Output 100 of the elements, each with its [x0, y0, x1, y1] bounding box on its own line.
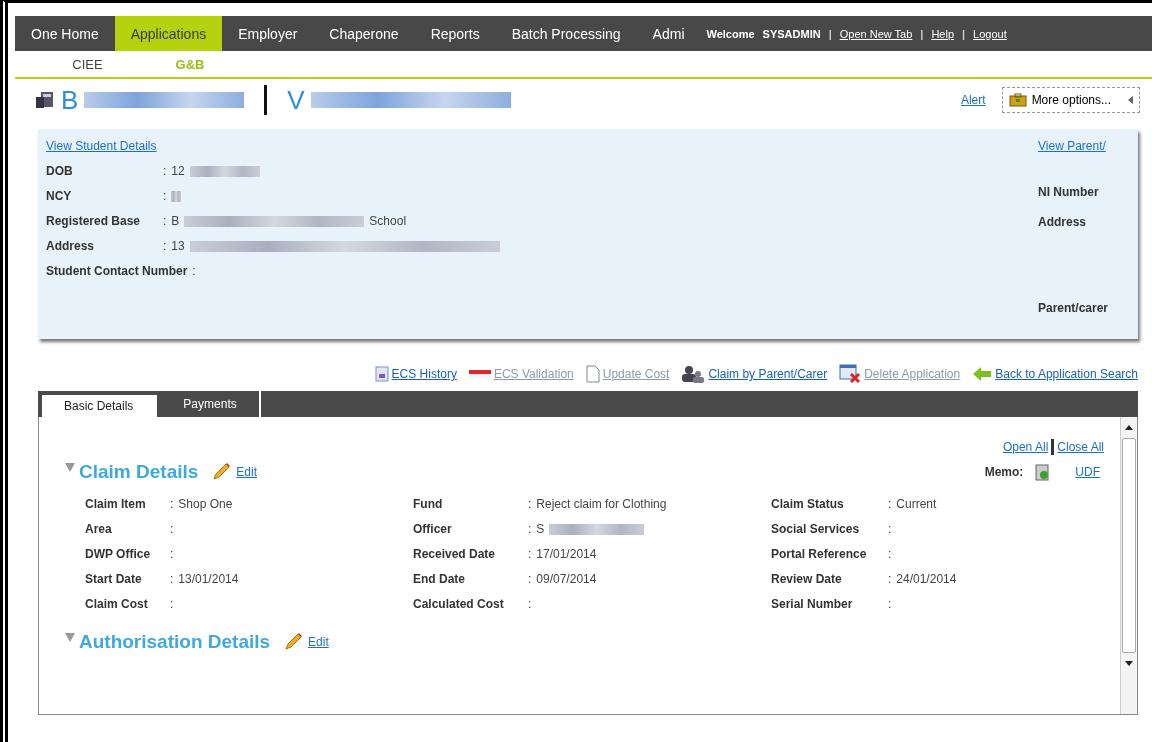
- separator: |: [962, 27, 966, 40]
- colon: :: [192, 264, 196, 278]
- document-icon: [374, 366, 389, 382]
- subnav-tab[interactable]: CIEE: [15, 56, 160, 72]
- field-value: 12: [171, 164, 185, 178]
- scroll-up-icon[interactable]: [1125, 425, 1133, 430]
- field-label: Student Contact Number: [46, 264, 188, 278]
- udf-link[interactable]: UDF: [1075, 465, 1100, 479]
- field-label: Portal Reference: [771, 547, 868, 561]
- field-label: Officer: [413, 522, 453, 536]
- nav-link[interactable]: Logout: [973, 27, 1007, 40]
- colon: :: [170, 597, 174, 611]
- edit-link[interactable]: Edit: [308, 635, 329, 649]
- colon: :: [528, 572, 532, 586]
- field-value: 13/01/2014: [178, 572, 239, 586]
- colon: :: [888, 497, 892, 511]
- colon: :: [888, 522, 892, 536]
- memo-add-icon[interactable]: [1035, 463, 1050, 481]
- flag-icon: [468, 368, 491, 380]
- view-student-details-link[interactable]: View Student Details: [46, 139, 157, 153]
- field-label: Registered Base: [46, 214, 142, 228]
- colon: :: [888, 547, 892, 561]
- field-label: Social Services: [771, 522, 861, 536]
- field-label: NCY: [46, 189, 73, 203]
- colon: :: [888, 597, 892, 611]
- colon: :: [170, 497, 174, 511]
- colon: :: [170, 522, 174, 536]
- expand-icon[interactable]: [65, 633, 75, 642]
- nav-tab[interactable]: Batch Processing: [495, 16, 637, 51]
- nav-tab[interactable]: Admi: [636, 16, 701, 51]
- people-icon: [681, 365, 706, 383]
- field-label: Claim Status: [771, 497, 845, 511]
- colon: :: [888, 572, 892, 586]
- colon: :: [163, 164, 167, 178]
- field-value: Current: [896, 497, 937, 511]
- pencil-icon[interactable]: [284, 633, 305, 651]
- colon: :: [163, 239, 167, 253]
- colon: :: [528, 547, 532, 561]
- delete-icon: [839, 364, 862, 384]
- colon: :: [163, 214, 167, 228]
- field-value: B: [171, 214, 180, 228]
- field-label: Start Date: [85, 572, 143, 586]
- field-value: 24/01/2014: [896, 572, 957, 586]
- action-link[interactable]: Claim by Parent/Carer: [681, 365, 828, 383]
- scroll-thumb[interactable]: [1122, 438, 1136, 653]
- memo-label: Memo:: [984, 465, 1024, 479]
- action-link[interactable]: Back to Application Search: [972, 366, 1138, 382]
- document-icon: [585, 365, 600, 383]
- colon: :: [163, 189, 167, 203]
- back-arrow-icon: [972, 366, 993, 382]
- student-icon: [35, 90, 55, 110]
- nav-tab[interactable]: Applications: [114, 16, 223, 51]
- field-label: Serial Number: [771, 597, 854, 611]
- field-value: 17/01/2014: [536, 547, 597, 561]
- open-all-link[interactable]: Open All: [1002, 440, 1049, 454]
- student-name: B: [61, 84, 79, 116]
- separator: |: [920, 27, 924, 40]
- field-label: Review Date: [771, 572, 843, 586]
- separator: |: [828, 27, 832, 40]
- close-all-link[interactable]: Close All: [1057, 440, 1104, 454]
- field-label: End Date: [413, 572, 466, 586]
- field-label: Address: [46, 239, 96, 253]
- field-label: NI Number: [1038, 185, 1099, 199]
- nav-tab[interactable]: One Home: [15, 16, 115, 51]
- collapse-icon: [1128, 96, 1133, 104]
- nav-link[interactable]: Help: [931, 27, 955, 40]
- colon: :: [528, 497, 532, 511]
- field-label: Calculated Cost: [413, 597, 505, 611]
- nav-tab[interactable]: Chaperone: [313, 16, 415, 51]
- field-value: School: [369, 214, 407, 228]
- action-link[interactable]: ECS History: [374, 366, 457, 382]
- field-label: Claim Cost: [85, 597, 149, 611]
- nav-tab[interactable]: Reports: [414, 16, 496, 51]
- colon: :: [170, 572, 174, 586]
- alert-link[interactable]: Alert: [960, 93, 986, 107]
- nav-tab[interactable]: Employer: [222, 16, 314, 51]
- view-parent-link[interactable]: View Parent/: [1038, 139, 1106, 153]
- user-name: SYSADMIN: [762, 27, 821, 40]
- field-value: 09/07/2014: [536, 572, 597, 586]
- field-label: Area: [85, 522, 113, 536]
- field-label: DOB: [46, 164, 74, 178]
- tab[interactable]: Payments: [161, 391, 261, 417]
- field-label: DWP Office: [85, 547, 152, 561]
- field-value: S: [536, 522, 545, 536]
- briefcase-icon: [1008, 93, 1027, 107]
- scrollbar[interactable]: [1120, 417, 1137, 714]
- pencil-icon[interactable]: [212, 463, 233, 481]
- colon: :: [528, 597, 532, 611]
- section-title: Authorisation Details: [79, 631, 271, 653]
- parent-name: V: [287, 84, 305, 116]
- more-options-button[interactable]: More options...: [1001, 87, 1140, 113]
- scroll-down-icon[interactable]: [1125, 661, 1133, 666]
- field-value: Shop One: [178, 497, 233, 511]
- colon: :: [528, 522, 532, 536]
- nav-link[interactable]: Open New Tab: [839, 27, 913, 40]
- expand-icon[interactable]: [65, 463, 75, 472]
- section-title: Claim Details: [79, 461, 199, 483]
- tab[interactable]: Basic Details: [42, 395, 158, 417]
- edit-link[interactable]: Edit: [236, 465, 257, 479]
- field-label: Received Date: [413, 547, 497, 561]
